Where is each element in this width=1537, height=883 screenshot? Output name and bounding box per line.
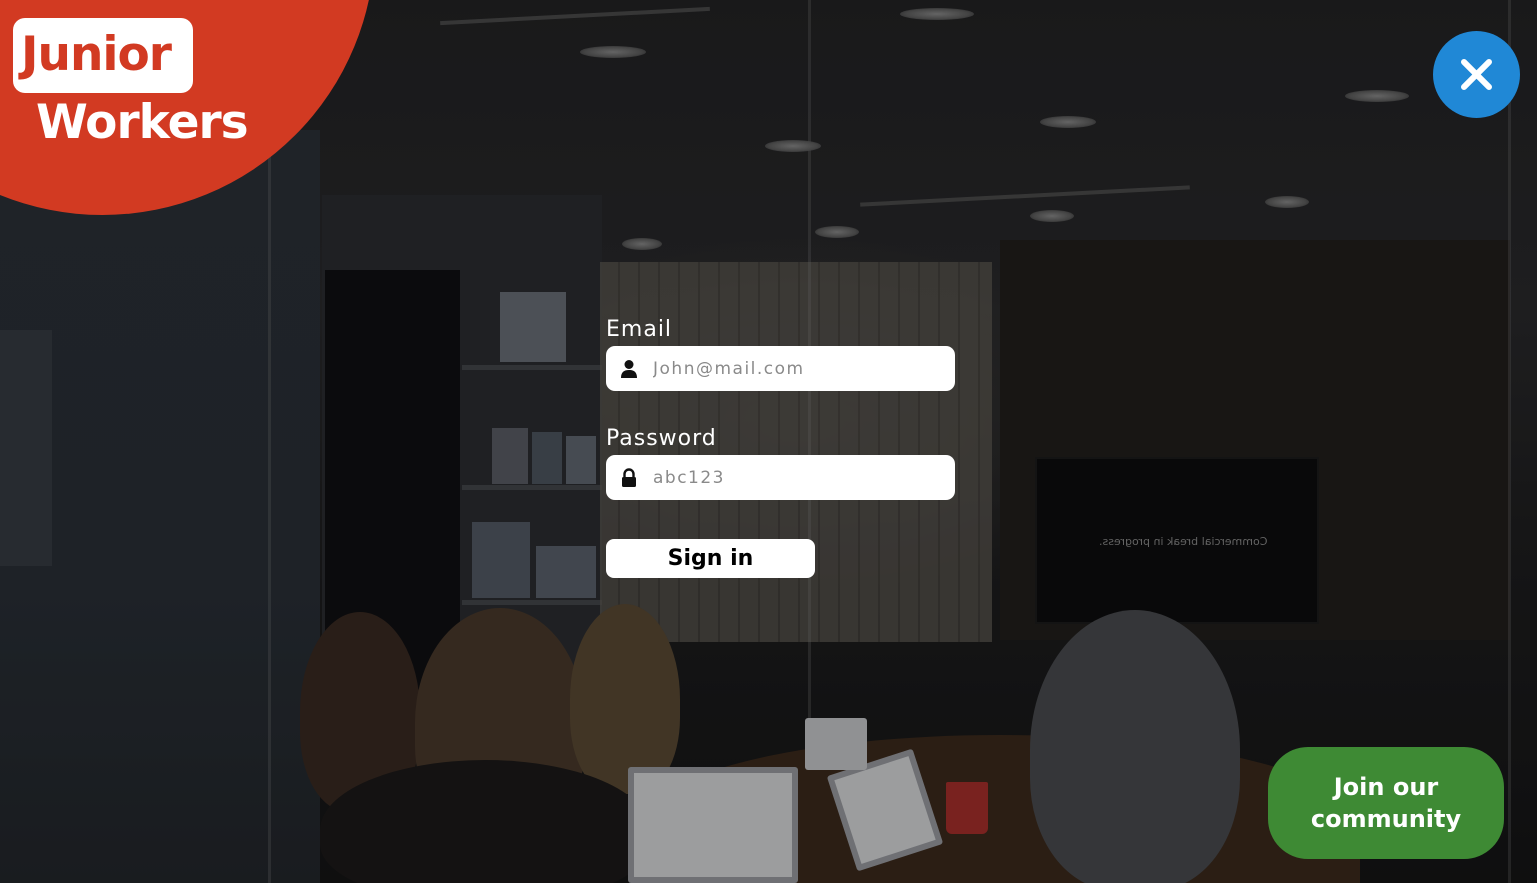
email-field-wrapper (606, 346, 955, 391)
close-button[interactable] (1433, 31, 1520, 118)
login-form: Email Password (606, 312, 956, 530)
close-icon (1461, 59, 1492, 90)
password-field-wrapper (606, 455, 955, 500)
password-label: Password (606, 426, 717, 451)
logo-text-junior: Junior (21, 27, 172, 82)
join-community-line2: community (1310, 805, 1462, 833)
email-label: Email (606, 317, 673, 342)
password-input[interactable] (653, 455, 943, 500)
logo-text-workers: Workers (36, 95, 249, 150)
user-icon (621, 360, 637, 378)
join-community-button[interactable]: Join our community (1268, 747, 1504, 859)
lock-icon (622, 468, 636, 487)
email-input[interactable] (653, 346, 943, 391)
login-page: Commercial break in progress. Junior Wor… (0, 0, 1537, 883)
sign-in-button[interactable]: Sign in (606, 539, 815, 578)
join-community-line1: Join our (1333, 773, 1439, 801)
